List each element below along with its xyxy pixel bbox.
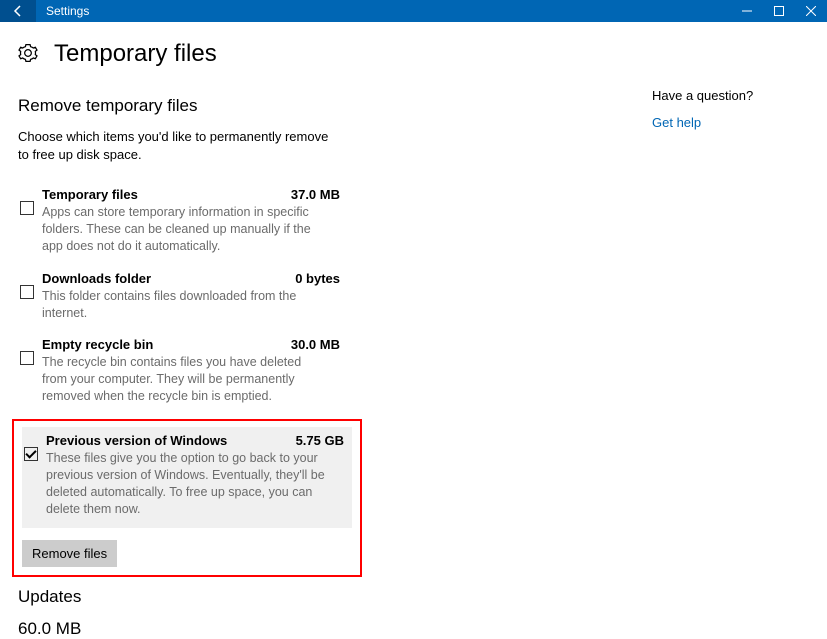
get-help-link[interactable]: Get help <box>652 115 809 130</box>
item-size: 37.0 MB <box>291 187 340 202</box>
window-title: Settings <box>46 4 89 18</box>
item-size: 5.75 GB <box>296 433 344 448</box>
highlighted-region: Previous version of Windows 5.75 GB These… <box>12 419 362 577</box>
item-desc: This folder contains files downloaded fr… <box>42 288 322 322</box>
updates-heading: Updates <box>18 587 628 607</box>
updates-size: 60.0 MB <box>18 619 628 639</box>
checkbox[interactable] <box>24 447 38 461</box>
item-desc: The recycle bin contains files you have … <box>42 354 322 405</box>
list-item[interactable]: Temporary files 37.0 MB Apps can store te… <box>18 181 348 265</box>
item-desc: These files give you the option to go ba… <box>46 450 326 518</box>
item-name: Empty recycle bin <box>42 337 153 352</box>
checkbox[interactable] <box>20 351 34 365</box>
remove-files-button[interactable]: Remove files <box>22 540 117 567</box>
item-name: Temporary files <box>42 187 138 202</box>
item-name: Previous version of Windows <box>46 433 227 448</box>
list-item[interactable]: Empty recycle bin 30.0 MB The recycle bin… <box>18 331 348 415</box>
back-button[interactable] <box>0 0 36 22</box>
item-size: 30.0 MB <box>291 337 340 352</box>
item-desc: Apps can store temporary information in … <box>42 204 322 255</box>
list-item[interactable]: Previous version of Windows 5.75 GB These… <box>22 427 352 528</box>
checkbox[interactable] <box>20 285 34 299</box>
checkbox[interactable] <box>20 201 34 215</box>
maximize-button[interactable] <box>763 0 795 22</box>
item-name: Downloads folder <box>42 271 151 286</box>
close-button[interactable] <box>795 0 827 22</box>
section-instruction: Choose which items you'd like to permane… <box>18 128 338 163</box>
item-size: 0 bytes <box>295 271 340 286</box>
sidebar-question: Have a question? <box>652 88 809 103</box>
list-item[interactable]: Downloads folder 0 bytes This folder cont… <box>18 265 348 332</box>
minimize-button[interactable] <box>731 0 763 22</box>
section-heading: Remove temporary files <box>18 96 628 116</box>
page-title: Temporary files <box>54 40 217 68</box>
gear-icon <box>18 43 38 66</box>
